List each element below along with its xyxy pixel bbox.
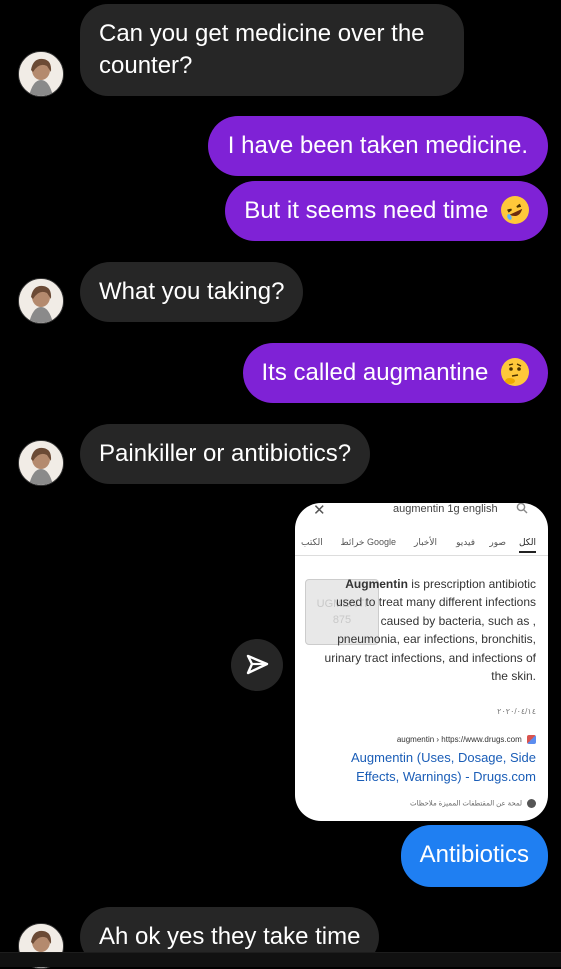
tab-maps: خرائط Google bbox=[340, 537, 396, 547]
help-icon bbox=[527, 799, 536, 808]
snippet-footer: لمحة عن المقتطفات المميزة ملاحظات bbox=[410, 799, 536, 808]
message-outgoing[interactable]: Its called augmantine bbox=[242, 343, 548, 403]
avatar[interactable] bbox=[18, 51, 64, 97]
result-url-text: augmentin › https://www.drugs.com bbox=[396, 735, 522, 744]
search-tabs: الكل صور فيديو الأخبار خرائط Google الكت… bbox=[295, 533, 548, 556]
message-text: counter? bbox=[99, 52, 193, 79]
send-arrow-icon bbox=[246, 654, 269, 675]
message-text: What you taking? bbox=[99, 278, 285, 305]
search-bar: ✕ augmentin 1g english bbox=[295, 503, 548, 521]
message-outgoing[interactable]: I have been taken medicine. bbox=[207, 116, 548, 176]
message-outgoing[interactable]: Antibiotics bbox=[400, 825, 548, 887]
result-link: Augmentin (Uses, Dosage, Side Effects, W… bbox=[351, 750, 536, 784]
bottom-edge bbox=[0, 952, 561, 967]
snippet-bold: Augmentin bbox=[345, 577, 408, 591]
share-button[interactable] bbox=[231, 639, 283, 691]
message-incoming[interactable]: Painkiller or antibiotics? bbox=[80, 424, 371, 484]
message-text: Its called augmantine bbox=[261, 359, 489, 386]
message-incoming[interactable]: What you taking? bbox=[80, 262, 304, 322]
message-text: Painkiller or antibiotics? bbox=[99, 440, 352, 467]
tab-all: الكل bbox=[518, 537, 536, 553]
tab-news: الأخبار bbox=[413, 537, 437, 547]
site-favicon-icon bbox=[527, 735, 536, 745]
message-text: I have been taken medicine. bbox=[227, 132, 528, 159]
message-text: Can you get medicine over the bbox=[99, 20, 425, 47]
message-text: Ah ok yes they take time bbox=[99, 923, 361, 950]
footer-text: لمحة عن المقتطفات المميزة ملاحظات bbox=[409, 800, 523, 808]
tab-videos: فيديو bbox=[456, 537, 475, 547]
close-icon: ✕ bbox=[313, 503, 326, 519]
thinking-face-emoji-icon bbox=[501, 357, 529, 386]
avatar[interactable] bbox=[18, 278, 64, 324]
message-text: Antibiotics bbox=[419, 841, 529, 868]
rolling-on-floor-laughing-emoji-icon bbox=[501, 195, 529, 224]
shared-image-card[interactable]: ✕ augmentin 1g english الكل صور فيديو ال… bbox=[295, 503, 548, 821]
message-outgoing[interactable]: But it seems need time bbox=[225, 181, 548, 241]
snippet-date: ٢٠٢٠/٠٤/١٤ bbox=[497, 707, 536, 716]
avatar[interactable] bbox=[18, 440, 64, 486]
message-incoming[interactable]: Can you get medicine over the counter? bbox=[80, 4, 464, 96]
result-url: augmentin › https://www.drugs.com bbox=[396, 735, 536, 745]
featured-snippet: Augmentin is prescription antibiotic use… bbox=[316, 575, 536, 685]
message-text: But it seems need time bbox=[244, 197, 489, 224]
search-query: augmentin 1g english bbox=[393, 503, 498, 515]
tab-images: صور bbox=[489, 537, 506, 547]
snippet-text: is prescription antibiotic used to treat… bbox=[324, 577, 536, 684]
tab-books: الكتب bbox=[301, 537, 323, 547]
search-icon bbox=[516, 503, 528, 517]
